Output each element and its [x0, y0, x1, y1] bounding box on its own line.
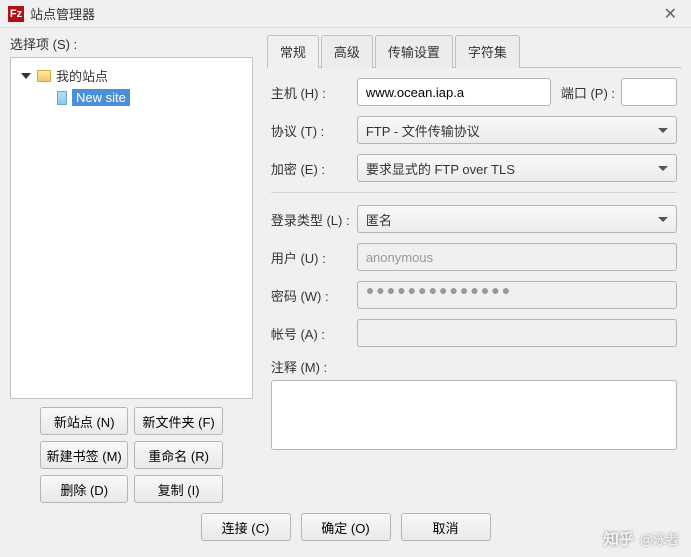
- logon-type-value: 匿名: [366, 210, 392, 229]
- tree-root[interactable]: 我的站点: [15, 64, 248, 87]
- new-bookmark-button[interactable]: 新建书签 (M): [40, 441, 128, 469]
- protocol-combo[interactable]: FTP - 文件传输协议: [357, 116, 677, 144]
- encryption-label: 加密 (E) :: [271, 159, 357, 178]
- zhihu-logo: 知乎: [604, 528, 634, 549]
- left-panel: 选择项 (S) : 我的站点 New site 新站点 (N) 新文件夹 (F)…: [10, 34, 253, 503]
- password-label: 密码 (W) :: [271, 286, 357, 305]
- rename-button[interactable]: 重命名 (R): [134, 441, 222, 469]
- divider: [271, 192, 677, 193]
- new-folder-button[interactable]: 新文件夹 (F): [134, 407, 222, 435]
- encryption-value: 要求显式的 FTP over TLS: [366, 159, 515, 178]
- chevron-down-icon: [658, 166, 668, 171]
- user-input: [357, 243, 677, 271]
- dialog-body: 选择项 (S) : 我的站点 New site 新站点 (N) 新文件夹 (F)…: [0, 28, 691, 503]
- comment-label: 注释 (M) :: [271, 357, 327, 376]
- watermark: 知乎 @泳者: [604, 528, 679, 549]
- select-label: 选择项 (S) :: [10, 34, 253, 53]
- tree-site-label: New site: [72, 89, 130, 106]
- delete-button[interactable]: 删除 (D): [40, 475, 128, 503]
- close-icon[interactable]: ✕: [658, 4, 683, 24]
- tab-charset[interactable]: 字符集: [455, 35, 520, 68]
- site-button-grid: 新站点 (N) 新文件夹 (F) 新建书签 (M) 重命名 (R) 删除 (D)…: [10, 407, 253, 503]
- window-title: 站点管理器: [30, 4, 658, 23]
- site-icon: [57, 91, 67, 105]
- app-icon: Fz: [8, 6, 24, 22]
- titlebar: Fz 站点管理器 ✕: [0, 0, 691, 28]
- caret-down-icon[interactable]: [21, 73, 31, 79]
- new-site-button[interactable]: 新站点 (N): [40, 407, 128, 435]
- cancel-button[interactable]: 取消: [401, 513, 491, 541]
- password-input: ●●●●●●●●●●●●●●: [357, 281, 677, 309]
- host-label: 主机 (H) :: [271, 83, 357, 102]
- protocol-label: 协议 (T) :: [271, 121, 357, 140]
- tab-bar: 常规 高级 传输设置 字符集: [267, 34, 681, 68]
- port-label: 端口 (P) :: [561, 83, 615, 102]
- folder-icon: [37, 70, 51, 82]
- port-input[interactable]: [621, 78, 677, 106]
- tab-general[interactable]: 常规: [267, 35, 319, 68]
- connect-button[interactable]: 连接 (C): [201, 513, 291, 541]
- account-label: 帐号 (A) :: [271, 324, 357, 343]
- site-tree[interactable]: 我的站点 New site: [10, 57, 253, 399]
- ok-button[interactable]: 确定 (O): [301, 513, 391, 541]
- chevron-down-icon: [658, 217, 668, 222]
- right-panel: 常规 高级 传输设置 字符集 主机 (H) : 端口 (P) : 协议 (T) …: [253, 34, 681, 503]
- general-form: 主机 (H) : 端口 (P) : 协议 (T) : FTP - 文件传输协议 …: [267, 68, 681, 453]
- chevron-down-icon: [658, 128, 668, 133]
- comment-textarea[interactable]: [271, 380, 677, 450]
- user-label: 用户 (U) :: [271, 248, 357, 267]
- copy-button[interactable]: 复制 (I): [134, 475, 222, 503]
- logon-type-combo[interactable]: 匿名: [357, 205, 677, 233]
- tab-advanced[interactable]: 高级: [321, 35, 373, 68]
- encryption-combo[interactable]: 要求显式的 FTP over TLS: [357, 154, 677, 182]
- watermark-user: @泳者: [640, 529, 679, 548]
- host-input[interactable]: [357, 78, 551, 106]
- tab-transfer[interactable]: 传输设置: [375, 35, 453, 68]
- protocol-value: FTP - 文件传输协议: [366, 121, 480, 140]
- logon-type-label: 登录类型 (L) :: [271, 210, 357, 229]
- bottom-bar: 连接 (C) 确定 (O) 取消: [0, 503, 691, 541]
- tree-root-label: 我的站点: [56, 66, 108, 85]
- account-input: [357, 319, 677, 347]
- tree-site-item[interactable]: New site: [15, 87, 248, 108]
